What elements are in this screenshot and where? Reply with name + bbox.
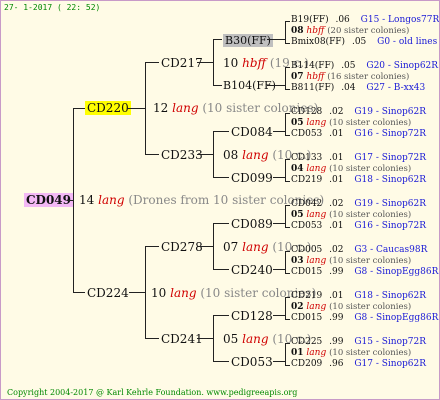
- connector: [129, 292, 146, 293]
- gen2-queen-4: CD241: [161, 332, 203, 346]
- gen3-queen-5: CD089: [231, 217, 273, 231]
- connector: [273, 177, 286, 178]
- connector: [197, 154, 214, 155]
- connector: [213, 315, 229, 316]
- connector: [213, 177, 229, 178]
- gen4-drones-6: 03 lang (10 sister colonies): [291, 256, 412, 266]
- connector: [285, 113, 290, 114]
- gen4-queen-7: CD219 .01 G18 - Sinop62R: [291, 291, 427, 301]
- gen3-queen-8: CD053: [231, 355, 273, 369]
- gen2-queen-1: CD217: [161, 56, 203, 70]
- gen4-drone-queen-3: CD053 .01 G16 - Sinop72R: [291, 129, 427, 139]
- connector: [285, 273, 290, 274]
- gen4-drones-5: 05 lang (10 sister colonies): [291, 210, 412, 220]
- connector: [213, 223, 229, 224]
- gen3-queen-1: B30(FF): [223, 34, 273, 47]
- connector: [285, 43, 290, 44]
- connector: [285, 135, 290, 136]
- connector: [285, 159, 290, 160]
- connector: [285, 21, 290, 22]
- gen4-drones-3: 05 lang (10 sister colonies): [291, 118, 412, 128]
- gen4-drone-queen-6: CD015 .99 G8 - SinopEgg86R: [291, 267, 439, 277]
- gen4-drone-queen-2: B811(FF) .04 G27 - B-xx43: [291, 83, 426, 93]
- gen4-drones-4: 04 lang (10 sister colonies): [291, 164, 412, 174]
- connector: [285, 89, 290, 90]
- gen2-queen-3: CD278: [161, 240, 203, 254]
- gen4-drone-queen-7: CD015 .99 G8 - SinopEgg86R: [291, 313, 439, 323]
- connector: [285, 251, 290, 252]
- connector: [285, 67, 290, 68]
- timestamp: 27- 1-2017 ( 22: 52): [4, 3, 101, 12]
- connector: [213, 361, 229, 362]
- connector: [285, 297, 290, 298]
- root-queen: CD049: [24, 193, 74, 207]
- gen1-queen-2: CD224: [87, 286, 129, 300]
- gen3-queen-4: CD099: [231, 171, 273, 185]
- gen4-drone-queen-1: Bmix08(FF) .05 G0 - old lines B: [291, 37, 440, 47]
- connector: [197, 246, 214, 247]
- gen4-drone-queen-4: CD219 .01 G18 - Sinop62R: [291, 175, 427, 185]
- connector: [285, 181, 290, 182]
- connector: [285, 227, 290, 228]
- connector: [273, 223, 286, 224]
- gen4-queen-3: CD128 .02 G19 - Sinop62R: [291, 107, 427, 117]
- gen4-drones-1: 08 hbff (20 sister colonies): [291, 26, 410, 36]
- copyright-footer: Copyright 2004-2017 @ Karl Kehrle Founda…: [7, 388, 298, 397]
- connector: [273, 269, 286, 270]
- connector: [267, 85, 286, 86]
- gen4-drone-queen-8: CD209 .96 G17 - Sinop62R: [291, 359, 427, 369]
- gen4-queen-4: CD133 .01 G17 - Sinop72R: [291, 153, 427, 163]
- gen4-queen-2: B114(FF) .05 G20 - Sinop62R: [291, 61, 439, 71]
- connector: [197, 62, 214, 63]
- connector: [145, 154, 159, 155]
- connector: [285, 319, 290, 320]
- connector: [145, 246, 159, 247]
- gen1-queen-1: CD220: [85, 101, 131, 115]
- connector: [213, 269, 229, 270]
- gen3-queen-7: CD128: [231, 309, 273, 323]
- connector: [285, 365, 290, 366]
- gen4-queen-5: CD042 .02 G19 - Sinop62R: [291, 199, 427, 209]
- connector: [273, 315, 286, 316]
- gen4-drones-2: 07 hbff (16 sister colonies): [291, 72, 410, 82]
- gen4-queen-1: B19(FF) .06 G15 - Longos77R: [291, 15, 440, 25]
- connector: [213, 39, 222, 40]
- gen3-queen-6: CD240: [231, 263, 273, 277]
- connector: [73, 108, 85, 109]
- connector: [145, 62, 159, 63]
- gen4-drone-queen-5: CD053 .01 G16 - Sinop72R: [291, 221, 427, 231]
- connector: [273, 361, 286, 362]
- connector: [145, 338, 159, 339]
- connector: [267, 39, 286, 40]
- connector: [285, 343, 290, 344]
- gen3-queen-3: CD084: [231, 125, 273, 139]
- connector: [285, 205, 290, 206]
- gen4-queen-6: CD005 .02 G3 - Caucas98R: [291, 245, 428, 255]
- connector: [197, 338, 214, 339]
- connector: [67, 200, 74, 201]
- connector: [273, 131, 286, 132]
- connector: [213, 85, 222, 86]
- connector: [73, 292, 85, 293]
- pedigree-chart: 27- 1-2017 ( 22: 52) CD049 14 lang (Dron…: [0, 0, 440, 400]
- connector: [213, 131, 229, 132]
- gen4-drones-8: 01 lang (10 sister colonies): [291, 348, 412, 358]
- gen4-queen-8: CD225 .99 G15 - Sinop72R: [291, 337, 427, 347]
- gen4-drones-7: 02 lang (10 sister colonies): [291, 302, 412, 312]
- gen2-queen-2: CD233: [161, 148, 203, 162]
- connector: [127, 108, 146, 109]
